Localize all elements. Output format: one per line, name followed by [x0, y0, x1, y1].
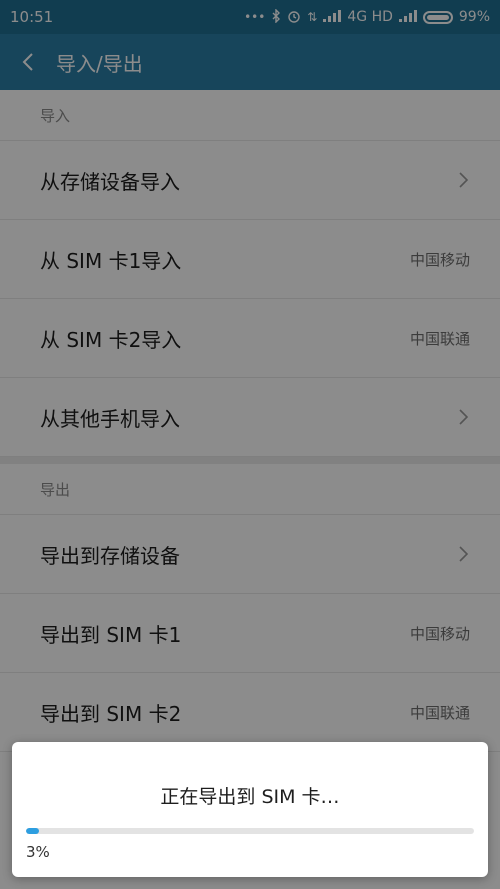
battery-icon [422, 10, 453, 24]
row-label: 从存储设备导入 [40, 169, 180, 194]
import-from-sim2-row[interactable]: 从 SIM 卡2导入 中国联通 [0, 299, 500, 378]
status-bar: 10:51 ••• ⇅ 4G HD 99% [0, 0, 500, 34]
dialog-message: 正在导出到 SIM 卡… [160, 786, 340, 808]
row-label: 导出到 SIM 卡2 [40, 701, 182, 726]
export-to-storage-row[interactable]: 导出到存储设备 [0, 515, 500, 594]
chevron-right-icon [459, 409, 469, 425]
carrier-label: 中国移动 [409, 250, 470, 269]
import-from-storage-row[interactable]: 从存储设备导入 [0, 141, 500, 220]
more-dots-icon: ••• [244, 10, 266, 24]
row-label: 从其他手机导入 [40, 406, 180, 431]
chevron-left-icon [22, 53, 33, 71]
back-button[interactable] [0, 34, 56, 90]
page-title: 导入/导出 [56, 51, 143, 76]
export-to-sim2-row[interactable]: 导出到 SIM 卡2 中国联通 [0, 673, 500, 752]
progress-bar [26, 828, 474, 834]
section-header-import: 导入 [0, 90, 500, 141]
export-progress-dialog: 正在导出到 SIM 卡… 3% [12, 742, 488, 877]
section-divider [0, 457, 500, 464]
progress-percent: 3% [26, 843, 50, 861]
row-label: 从 SIM 卡2导入 [40, 327, 182, 352]
chevron-right-icon [459, 172, 469, 188]
battery-percent: 99% [458, 9, 490, 25]
import-from-sim1-row[interactable]: 从 SIM 卡1导入 中国移动 [0, 220, 500, 299]
data-arrows-icon: ⇅ [307, 10, 318, 24]
status-icons: ••• ⇅ 4G HD 99% [244, 8, 490, 25]
alarm-icon [287, 9, 301, 25]
carrier-label: 中国移动 [409, 624, 470, 643]
export-to-sim1-row[interactable]: 导出到 SIM 卡1 中国移动 [0, 594, 500, 673]
carrier-label: 中国联通 [409, 329, 470, 348]
row-label: 导出到存储设备 [40, 543, 180, 568]
network-type: 4G HD [347, 9, 393, 25]
progress-bar-fill [26, 828, 40, 834]
chevron-right-icon [459, 546, 469, 562]
row-label: 从 SIM 卡1导入 [40, 248, 182, 273]
bluetooth-icon [271, 8, 281, 25]
import-from-other-phone-row[interactable]: 从其他手机导入 [0, 378, 500, 457]
carrier-label: 中国联通 [409, 703, 470, 722]
row-label: 导出到 SIM 卡1 [40, 622, 182, 647]
signal-icon-2 [398, 10, 417, 24]
status-time: 10:51 [10, 8, 54, 26]
title-bar: 导入/导出 [0, 34, 500, 90]
signal-icon [323, 10, 342, 24]
section-header-export: 导出 [0, 464, 500, 515]
